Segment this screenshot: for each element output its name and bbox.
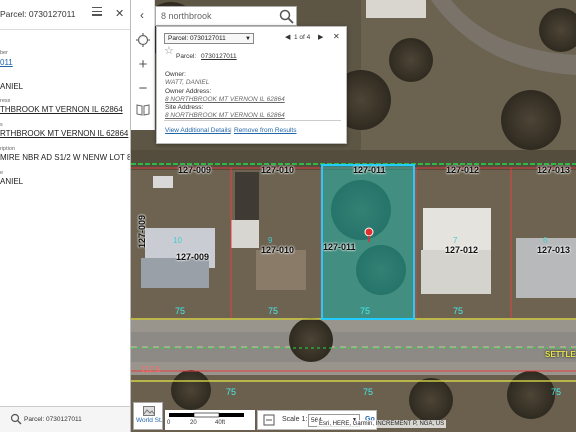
- chevron-left-icon: ‹: [140, 8, 144, 22]
- field-label: ress: [0, 98, 11, 104]
- owner-value: WATT, DANIEL: [165, 79, 210, 86]
- minus-icon: −: [138, 79, 148, 97]
- scale-icon[interactable]: [263, 414, 275, 426]
- field-value: ANIEL: [0, 82, 24, 91]
- basemap-icon: [143, 406, 155, 416]
- house-number: 10: [173, 236, 182, 245]
- scale-bar: 0 20 40ft: [165, 410, 255, 430]
- lot-width: 75: [551, 387, 562, 397]
- crosshair-icon: [136, 33, 150, 47]
- site-address-value: 8 NORTHBROOK MT VERNON IL 62864: [165, 112, 285, 119]
- link-separator: |: [230, 127, 232, 134]
- lot-width: 75: [226, 387, 237, 397]
- scale-tick: 0: [167, 420, 171, 426]
- house-number: 9: [268, 236, 273, 245]
- footer-title: Parcel: 0730127011: [24, 416, 82, 423]
- parcel-label: 127-009: [178, 165, 212, 175]
- back-button[interactable]: ‹: [133, 5, 151, 25]
- book-icon: [136, 104, 150, 116]
- close-popup-icon[interactable]: ✕: [333, 32, 340, 41]
- field-label: e: [0, 170, 4, 176]
- field-label: ription: [0, 146, 15, 152]
- street-number: 112.5: [141, 365, 161, 374]
- parcel-label: 127-011: [323, 242, 356, 252]
- parcel-label: 127-009: [176, 252, 210, 262]
- identify-popup: Parcel: 0730127011 ▼ ◀ 1 of 4 ▶ ✕ ☆ Parc…: [156, 26, 347, 144]
- popup-parcel-value: 0730127011: [201, 53, 237, 60]
- feature-select-value: Parcel: 0730127011: [168, 35, 226, 42]
- remove-from-results-link[interactable]: Remove from Results: [234, 127, 297, 134]
- previous-feature-button[interactable]: ◀: [285, 33, 290, 41]
- feature-count: 1 of 4: [294, 34, 311, 41]
- zoom-out-button[interactable]: −: [131, 76, 155, 100]
- field-value: MIRE NBR AD S1/2 W NENW LOT 8: [0, 153, 131, 162]
- house-number: 6: [543, 236, 548, 245]
- lot-width: 75: [268, 306, 279, 316]
- parcel-label: 127-013: [537, 165, 571, 175]
- search-icon[interactable]: [279, 9, 294, 24]
- lot-width: 75: [360, 306, 371, 316]
- popup-parcel-label: Parcel:: [176, 53, 197, 60]
- basemap-button[interactable]: World St...: [133, 402, 167, 430]
- site-address-label: Site Address:: [165, 104, 204, 111]
- locate-button[interactable]: [131, 28, 155, 52]
- field-value: ANIEL: [0, 177, 24, 186]
- popup-divider: [164, 120, 341, 121]
- scale-label: Scale 1:: [282, 416, 308, 423]
- field-value: THBROOK MT VERNON IL 62864: [0, 105, 123, 114]
- chevron-down-icon: ▼: [245, 36, 251, 42]
- parcel-label: 127-010: [261, 245, 295, 255]
- parcel-label: 127-012: [446, 165, 480, 175]
- field-label: ber: [0, 50, 8, 56]
- zoom-in-button[interactable]: +: [131, 52, 155, 76]
- results-panel: Parcel: 0730127011 ✕ ber 011 ANIEL ress …: [0, 0, 131, 432]
- parcel-label: 127-013: [537, 245, 571, 255]
- parcel-label: 127-011: [353, 165, 386, 175]
- lot-width: 75: [453, 306, 464, 316]
- basemap-label: World St...: [136, 417, 167, 424]
- view-details-link[interactable]: View Additional Details: [165, 127, 231, 134]
- search-icon: [10, 413, 22, 425]
- bookmarks-button[interactable]: [131, 98, 155, 122]
- street-label: SETTLE: [545, 350, 576, 359]
- parcel-label: 127-012: [445, 245, 479, 255]
- scale-tick: 40ft: [215, 420, 226, 426]
- panel-footer[interactable]: Parcel: 0730127011: [0, 406, 130, 432]
- field-label: s: [0, 122, 3, 128]
- feature-select[interactable]: Parcel: 0730127011 ▼: [164, 33, 254, 44]
- list-icon[interactable]: [92, 7, 102, 19]
- next-feature-button[interactable]: ▶: [318, 33, 323, 41]
- panel-title: Parcel: 0730127011: [0, 9, 76, 19]
- lot-width: 75: [175, 306, 186, 316]
- field-value: RTHBROOK MT VERNON IL 62864: [0, 129, 129, 138]
- field-value[interactable]: 011: [0, 58, 13, 67]
- app-root: 127-009 127-010 127-011 127-012 127-013 …: [0, 0, 576, 432]
- scale-tick: 20: [190, 420, 197, 426]
- search-input-value: 8 northbrook: [161, 11, 212, 21]
- parcel-label: 127-009: [137, 214, 147, 248]
- owner-label: Owner:: [165, 71, 186, 78]
- parcel-label: 127-010: [261, 165, 295, 175]
- panel-header: Parcel: 0730127011 ✕: [0, 0, 130, 30]
- lot-width: 75: [363, 387, 374, 397]
- owner-address-value: 8 NORTHBROOK MT VERNON IL 62864: [165, 96, 285, 103]
- house-number: 7: [453, 236, 458, 245]
- close-icon[interactable]: ✕: [115, 7, 124, 20]
- star-icon[interactable]: ☆: [164, 44, 174, 57]
- search-input[interactable]: 8 northbrook: [155, 6, 297, 26]
- map-attribution: Esri, HERE, Garmin, INCREMENT P, NGA, US: [317, 420, 447, 428]
- owner-address-label: Owner Address:: [165, 88, 212, 95]
- plus-icon: +: [138, 55, 148, 73]
